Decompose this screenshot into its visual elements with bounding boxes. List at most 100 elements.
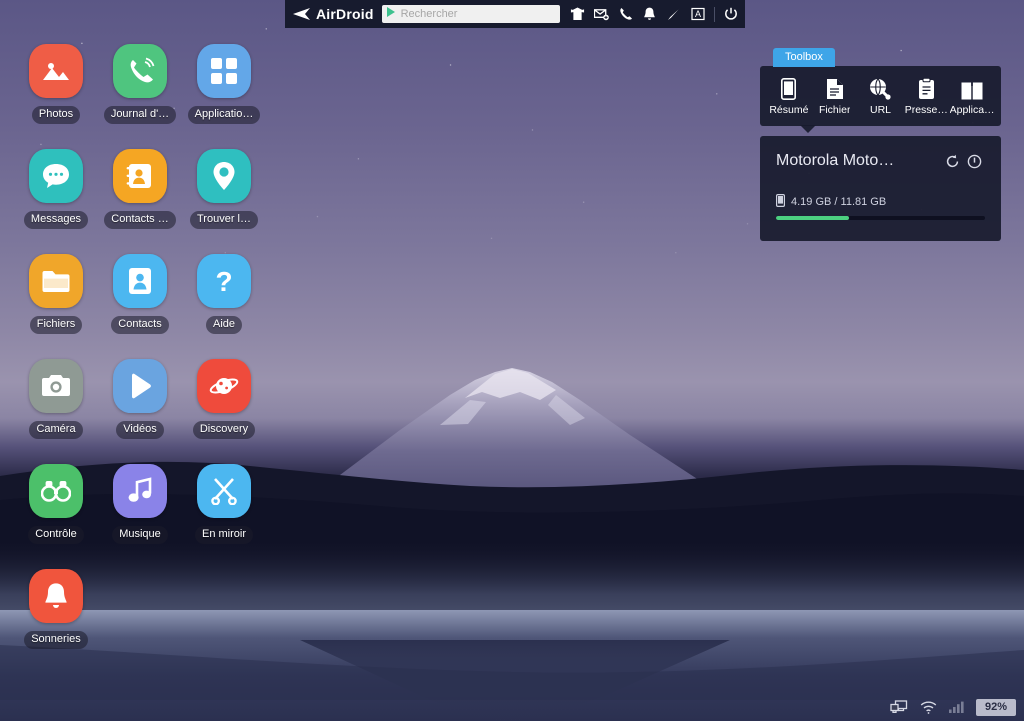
app-icon-messages[interactable]: Messages	[14, 149, 98, 254]
text-icon[interactable]: A	[686, 0, 710, 28]
app-icon-discovery[interactable]: Discovery	[182, 359, 266, 464]
edit-icon[interactable]	[662, 0, 686, 28]
app-label: Trouver l…	[190, 211, 258, 229]
toolbox-item-globe-link[interactable]: URL	[858, 76, 904, 116]
app-icon-mirror[interactable]: En miroir	[182, 464, 266, 569]
toolbox-item-label: URL	[869, 104, 891, 116]
mirror-icon[interactable]	[197, 464, 251, 518]
app-icon-videos[interactable]: Vidéos	[98, 359, 182, 464]
app-icon-call-log[interactable]: Journal d'…	[98, 44, 182, 149]
status-bar: 92%	[890, 693, 1016, 721]
storage-progress-fill	[776, 216, 850, 220]
toolbox-item-label: Résumé	[769, 104, 809, 116]
storage-row: 4.19 GB / 11.81 GB	[776, 194, 985, 210]
app-icon-camera[interactable]: Caméra	[14, 359, 98, 464]
battery-badge: 92%	[975, 698, 1016, 716]
toolbox-item-package[interactable]: Applica…	[949, 76, 995, 116]
music-icon[interactable]	[113, 464, 167, 518]
contacts-icon[interactable]	[113, 254, 167, 308]
power-icon[interactable]	[719, 0, 743, 28]
desktop: AirDroid Rechercher A Photos Journal d'……	[0, 0, 1024, 721]
contacts-card-icon[interactable]	[113, 149, 167, 203]
photos-icon[interactable]	[29, 44, 83, 98]
app-icon-files[interactable]: Fichiers	[14, 254, 98, 359]
airdroid-logo-icon	[291, 7, 311, 21]
app-icon-contacts-card[interactable]: Contacts …	[98, 149, 182, 254]
app-icon-photos[interactable]: Photos	[14, 44, 98, 149]
svg-text:?: ?	[215, 266, 232, 296]
app-icon-apps[interactable]: Applicatio…	[182, 44, 266, 149]
device-panel: Motorola Moto… 4.19 GB / 11.81 GB	[760, 136, 1001, 241]
app-icon-contacts[interactable]: Contacts	[98, 254, 182, 359]
app-label: Caméra	[29, 421, 83, 439]
app-label: Sonneries	[24, 631, 88, 649]
app-label: Discovery	[192, 421, 256, 439]
clipboard-icon	[918, 76, 935, 100]
app-label: Contrôle	[28, 526, 84, 544]
app-label: Aide	[205, 316, 243, 334]
airdroid-topbar: AirDroid Rechercher A	[285, 0, 745, 28]
app-label: Fichiers	[29, 316, 83, 334]
app-icon-control[interactable]: Contrôle	[14, 464, 98, 569]
app-label: Vidéos	[116, 421, 164, 439]
info-icon[interactable]	[963, 150, 985, 172]
upload-icon[interactable]	[566, 0, 590, 28]
app-label: Applicatio…	[187, 106, 261, 124]
airdroid-brand: AirDroid	[285, 6, 382, 22]
app-icon-music[interactable]: Musique	[98, 464, 182, 569]
videos-icon[interactable]	[113, 359, 167, 413]
airdroid-title: AirDroid	[316, 6, 374, 22]
call-log-icon[interactable]	[113, 44, 167, 98]
topbar-icon-group: A	[566, 0, 743, 28]
globe-link-icon	[869, 76, 892, 100]
topbar-divider	[713, 6, 715, 22]
app-label: Contacts	[111, 316, 169, 334]
device-header: Motorola Moto…	[776, 150, 985, 172]
storage-progress-bar	[776, 216, 985, 220]
app-label: En miroir	[194, 526, 253, 544]
screens-icon[interactable]	[890, 699, 908, 715]
app-grid: Photos Journal d'… Applicatio… Messages Cont…	[14, 44, 266, 674]
refresh-icon[interactable]	[941, 150, 963, 172]
toolbox-item-label: Fichier	[818, 104, 851, 116]
ringtones-icon[interactable]	[29, 569, 83, 623]
notification-icon[interactable]	[638, 0, 662, 28]
camera-icon[interactable]	[29, 359, 83, 413]
toolbox-item-label: Applica…	[949, 104, 995, 116]
toolbox-tab[interactable]: Toolbox	[773, 48, 835, 67]
svg-text:A: A	[695, 9, 701, 19]
wifi-icon[interactable]	[920, 701, 937, 714]
search-input[interactable]	[400, 8, 556, 20]
app-label: Messages	[23, 211, 89, 229]
app-icon-ringtones[interactable]: Sonneries	[14, 569, 98, 674]
app-label: Journal d'…	[103, 106, 177, 124]
help-icon[interactable]: ?	[197, 254, 251, 308]
phone-storage-icon	[776, 194, 786, 210]
google-play-icon	[386, 5, 397, 23]
app-label: Musique	[112, 526, 168, 544]
files-icon[interactable]	[29, 254, 83, 308]
toolbox-item-clipboard[interactable]: Presse…	[903, 76, 949, 116]
document-icon	[826, 76, 844, 100]
signal-icon[interactable]	[948, 701, 964, 713]
device-name: Motorola Moto…	[776, 152, 895, 169]
app-label: Contacts …	[104, 211, 176, 229]
app-label: Photos	[31, 106, 81, 124]
search-box[interactable]	[381, 5, 560, 23]
phone-summary-icon	[781, 76, 797, 100]
app-icon-find-phone[interactable]: Trouver l…	[182, 149, 266, 254]
find-phone-icon[interactable]	[197, 149, 251, 203]
app-icon-help[interactable]: ? Aide	[182, 254, 266, 359]
phone-icon[interactable]	[614, 0, 638, 28]
package-icon	[961, 76, 983, 100]
toolbox-panel: Résumé Fichier URL Presse… Applica…	[760, 66, 1001, 133]
messages-icon[interactable]	[29, 149, 83, 203]
storage-text: 4.19 GB / 11.81 GB	[791, 196, 887, 208]
apps-icon[interactable]	[197, 44, 251, 98]
toolbox-item-document[interactable]: Fichier	[812, 76, 858, 116]
toolbox-item-phone-summary[interactable]: Résumé	[766, 76, 812, 116]
toolbox-item-label: Presse…	[904, 104, 948, 116]
mail-icon[interactable]	[590, 0, 614, 28]
control-icon[interactable]	[29, 464, 83, 518]
discovery-icon[interactable]	[197, 359, 251, 413]
